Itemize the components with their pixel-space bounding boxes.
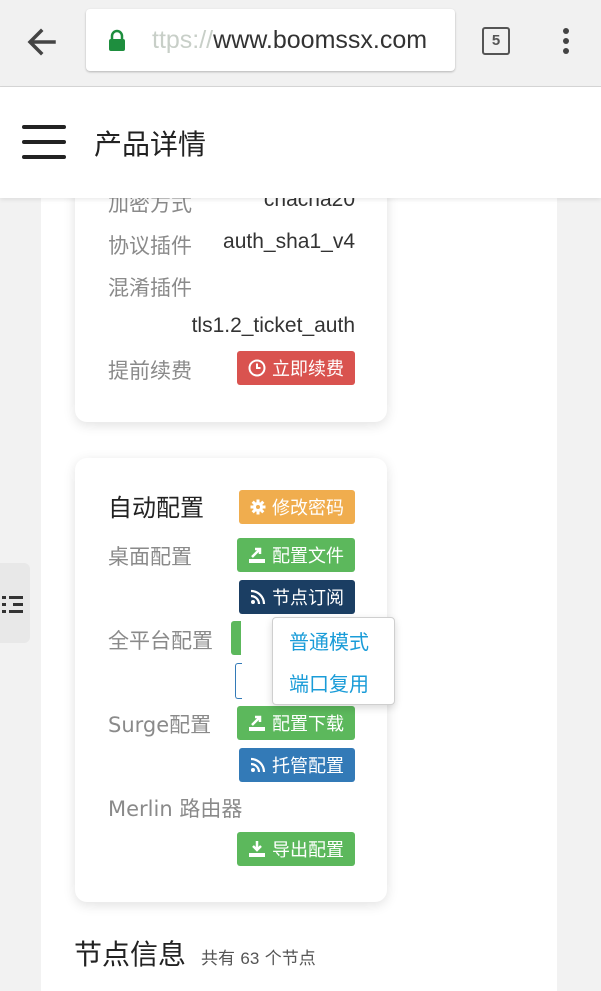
auto-config-card: 自动配置 修改密码 桌面配置 配置文件 节点订阅 全平台配置 普通模式 端口复用…	[75, 458, 395, 902]
lock-icon	[109, 29, 125, 51]
node-subscribe-label: 节点订阅	[272, 588, 344, 609]
side-drawer-tab[interactable]	[0, 563, 30, 643]
rss-icon	[250, 757, 266, 773]
encryption-label: 加密方式	[108, 198, 192, 216]
dropdown-item-port-reuse[interactable]: 端口复用	[289, 668, 369, 697]
tab-switcher-button[interactable]: 5	[482, 27, 510, 55]
renew-now-button[interactable]: 立即续费	[237, 351, 355, 385]
list-toggle-icon	[2, 596, 23, 613]
managed-config-button[interactable]: 托管配置	[239, 748, 355, 782]
protocol-label: 协议插件	[108, 234, 192, 258]
change-password-button[interactable]: 修改密码	[239, 490, 355, 524]
node-count: 63	[240, 949, 260, 968]
change-password-label: 修改密码	[272, 498, 344, 519]
surge-config-label: Surge配置	[108, 713, 212, 737]
hidden-blue-button-edge	[235, 663, 242, 699]
export-config-button[interactable]: 导出配置	[237, 832, 355, 866]
page-title: 产品详情	[94, 128, 207, 161]
config-file-button[interactable]: 配置文件	[237, 538, 355, 572]
auto-config-title: 自动配置	[108, 494, 204, 522]
account-details-card: 加密方式 chacha20 协议插件 auth_sha1_v4 混淆插件 tls…	[75, 198, 387, 422]
hidden-green-button-edge	[231, 621, 241, 655]
address-bar[interactable]: ttps://www.boomssx.com	[86, 9, 455, 71]
export-config-label: 导出配置	[272, 840, 344, 861]
app-header: 产品详情	[0, 87, 601, 198]
managed-config-label: 托管配置	[272, 756, 344, 777]
browser-toolbar: ttps://www.boomssx.com 5	[0, 0, 601, 87]
url-text: ttps://www.boomssx.com	[152, 26, 427, 55]
rss-icon	[250, 589, 266, 605]
encryption-value: chacha20	[263, 198, 355, 211]
subscribe-dropdown-menu: 普通模式 端口复用	[272, 617, 395, 705]
all-platform-label: 全平台配置	[108, 629, 213, 653]
url-domain: www.boomssx.com	[213, 26, 428, 54]
main-content: 加密方式 chacha20 协议插件 auth_sha1_v4 混淆插件 tls…	[41, 198, 557, 991]
renew-label: 提前续费	[108, 359, 192, 383]
dropdown-item-normal-mode[interactable]: 普通模式	[289, 626, 369, 655]
url-scheme: ttps://	[152, 26, 214, 54]
back-arrow-icon[interactable]	[22, 22, 62, 62]
node-count-text: 共有 63 个节点	[201, 944, 316, 969]
clock-icon	[248, 359, 266, 377]
config-download-button[interactable]: 配置下载	[237, 706, 355, 740]
protocol-value: auth_sha1_v4	[223, 230, 355, 253]
merlin-router-label: Merlin 路由器	[108, 797, 243, 821]
download-icon	[249, 841, 265, 857]
obfs-label: 混淆插件	[108, 276, 192, 300]
node-count-suffix: 个节点	[264, 949, 316, 969]
node-subscribe-button[interactable]: 节点订阅	[239, 580, 355, 614]
config-download-label: 配置下载	[272, 714, 344, 735]
config-file-label: 配置文件	[272, 546, 344, 567]
gear-icon	[250, 499, 266, 515]
node-count-prefix: 共有	[201, 949, 235, 969]
hamburger-menu-icon[interactable]	[22, 125, 66, 159]
obfs-value: tls1.2_ticket_auth	[191, 314, 355, 337]
export-icon	[249, 715, 265, 731]
renew-now-label: 立即续费	[272, 359, 344, 380]
node-info-title: 节点信息	[74, 938, 187, 971]
export-icon	[249, 547, 265, 563]
desktop-config-label: 桌面配置	[108, 545, 192, 569]
more-menu-icon[interactable]	[556, 26, 576, 56]
